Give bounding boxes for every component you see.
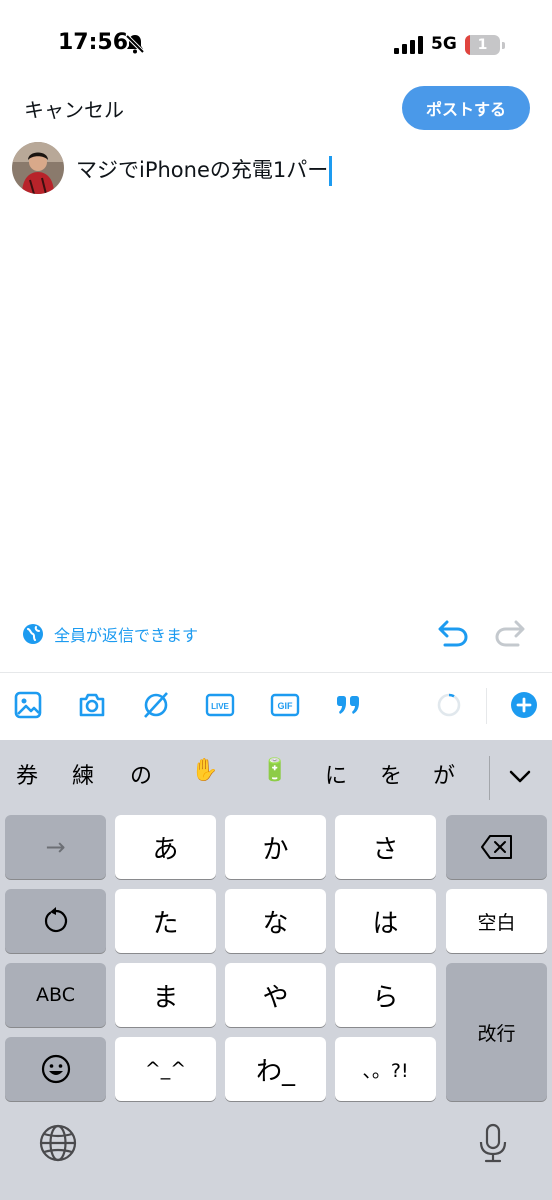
bell-off-icon [125,34,145,54]
undo-icon[interactable] [437,618,469,648]
key-sa[interactable]: さ [335,815,436,879]
key-ra[interactable]: ら [335,963,436,1027]
quote-icon[interactable] [333,690,363,720]
candidate-bar: 券 練 の ✋ 🔋 に を が [0,740,552,810]
grok-icon[interactable] [141,690,171,720]
redo-icon[interactable] [494,618,526,648]
key-na[interactable]: な [225,889,326,953]
next-char-key[interactable]: → [5,815,106,879]
text-caret [329,156,333,186]
key-wa[interactable]: わ_ [225,1037,326,1101]
return-key[interactable]: 改行 [446,963,547,1101]
reply-setting-button[interactable]: 全員が返信できます [22,622,198,646]
undo-rotate-icon [44,907,67,933]
post-text-input[interactable]: マジでiPhoneの充電1パー [76,154,333,186]
key-a[interactable]: あ [115,815,216,879]
reply-setting-label: 全員が返信できます [54,626,199,645]
cancel-button[interactable]: キャンセル [24,94,124,123]
avatar[interactable] [12,142,64,194]
abc-key[interactable]: ABC [5,963,106,1027]
candidate-item[interactable]: の [130,758,152,790]
globe-icon [23,624,43,644]
candidate-item[interactable]: に [325,758,347,790]
candidate-item[interactable]: 券 [16,758,38,790]
status-bar: 17:56 5G 1 [0,0,552,90]
candidate-item[interactable]: を [380,758,402,790]
key-ya[interactable]: や [225,963,326,1027]
key-ka[interactable]: か [225,815,326,879]
post-button[interactable]: ポストする [402,86,530,130]
key-ma[interactable]: ま [115,963,216,1027]
candidate-item[interactable]: 練 [72,758,94,790]
key-ta[interactable]: た [115,889,216,953]
backspace-icon [480,835,512,859]
globe-icon[interactable] [37,1122,79,1164]
candidate-item[interactable]: 🔋 [261,758,288,783]
battery-level: 1 [477,37,488,53]
post-text: マジでiPhoneの充電1パー [76,158,329,182]
key-ha[interactable]: は [335,889,436,953]
undo-key[interactable] [5,889,106,953]
status-time: 17:56 [58,30,129,55]
key-kaomoji[interactable]: ^_^ [115,1037,216,1101]
char-count-circle-icon [437,693,461,717]
network-type: 5G [431,34,457,54]
space-key[interactable]: 空白 [446,889,547,953]
keyboard: 券 練 の ✋ 🔋 に を が → あ か さ た な は 空白 ABC ま や… [0,740,552,1200]
key-punctuation[interactable]: 、。?! [335,1037,436,1101]
svg-text:GIF: GIF [278,701,294,711]
chevron-down-icon[interactable] [506,762,534,790]
candidate-separator [489,756,490,800]
battery-icon: 1 [465,35,505,55]
cellular-signal-icon [394,36,423,54]
add-thread-icon[interactable] [509,690,539,720]
toolbar-separator [486,688,487,724]
microphone-icon[interactable] [472,1122,514,1164]
delete-key[interactable] [446,815,547,879]
image-icon[interactable] [13,690,43,720]
candidate-item[interactable]: が [433,758,455,790]
emoji-key[interactable] [5,1037,106,1101]
candidate-item[interactable]: ✋ [191,758,218,783]
gif-icon[interactable]: GIF [270,690,300,720]
camera-icon[interactable] [77,690,107,720]
emoji-icon [41,1054,70,1084]
live-icon[interactable]: LIVE [205,690,235,720]
svg-text:LIVE: LIVE [211,702,229,711]
divider [0,672,552,673]
